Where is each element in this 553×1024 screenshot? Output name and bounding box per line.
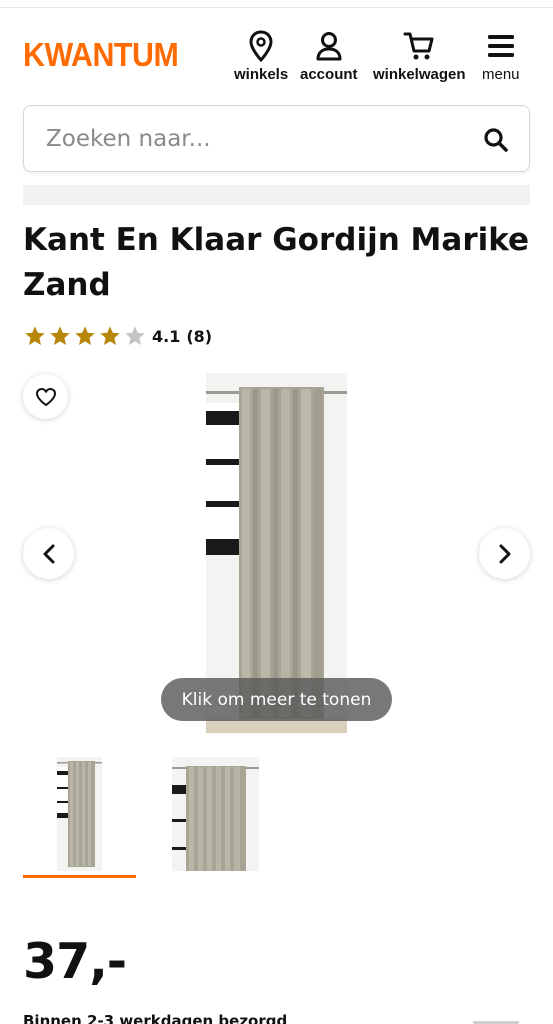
rating-count: (8) <box>186 326 213 346</box>
site-header: KWANTUM winkels account winkelwagen menu <box>0 20 553 90</box>
heart-icon <box>35 387 56 406</box>
product-title: Kant En Klaar Gordijn Marike Zand <box>23 222 530 303</box>
curtain-thumbnail-image <box>57 757 102 871</box>
nav-label-winkels: winkels <box>234 66 289 83</box>
product-price: 37,- <box>23 933 127 990</box>
chevron-left-icon <box>43 544 54 563</box>
nav-winkels[interactable]: winkels <box>234 30 288 83</box>
nav-label-account: account <box>300 66 358 83</box>
thumbnail-1[interactable] <box>57 757 102 871</box>
kwantum-logo[interactable]: KWANTUM <box>23 38 179 71</box>
nav-label-menu: menu <box>482 66 520 83</box>
nav-account[interactable]: account <box>300 30 358 83</box>
user-icon <box>316 32 342 61</box>
product-rating[interactable]: 4.1 (8) <box>23 325 212 347</box>
curtain-closeup-thumbnail-image <box>172 757 259 871</box>
status-strip <box>0 0 553 8</box>
cart-icon <box>403 32 434 60</box>
chevron-right-icon <box>499 544 510 563</box>
search-input[interactable] <box>46 126 446 152</box>
hamburger-icon <box>487 35 514 57</box>
location-pin-icon <box>249 30 273 62</box>
star-full-icon <box>50 326 70 345</box>
active-thumbnail-indicator <box>23 875 136 878</box>
breadcrumb <box>23 185 530 205</box>
search-bar <box>23 105 530 172</box>
nav-label-winkelwagen: winkelwagen <box>373 66 466 83</box>
thumbnail-2[interactable] <box>172 757 259 871</box>
gallery-next-button[interactable] <box>479 528 530 579</box>
favorite-button[interactable] <box>23 374 68 419</box>
delivery-info: Binnen 2-3 werkdagen bezorgd <box>23 1012 288 1024</box>
nav-menu[interactable]: menu <box>482 30 520 83</box>
rating-value: 4.1 <box>152 326 181 346</box>
thumbnail-strip <box>0 755 553 880</box>
star-empty-icon <box>125 326 145 345</box>
show-more-button[interactable]: Klik om meer te tonen <box>161 678 392 721</box>
star-full-icon <box>100 326 120 345</box>
product-gallery: Klik om meer te tonen <box>0 360 553 740</box>
nav-winkelwagen[interactable]: winkelwagen <box>373 30 466 83</box>
search-icon[interactable] <box>483 127 509 153</box>
star-full-icon <box>75 326 95 345</box>
gallery-prev-button[interactable] <box>23 528 74 579</box>
star-full-icon <box>25 326 45 345</box>
